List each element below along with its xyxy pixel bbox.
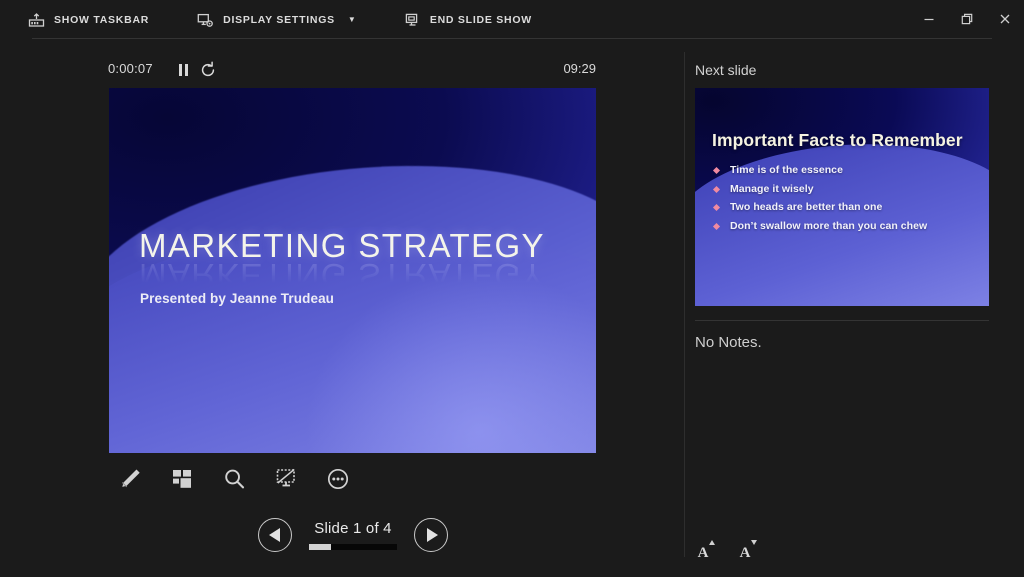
black-screen-icon	[276, 468, 295, 487]
all-slides-button[interactable]	[156, 458, 208, 500]
chevron-left-icon	[268, 528, 280, 542]
reset-timer-button[interactable]	[199, 61, 217, 79]
more-options-icon	[327, 468, 349, 490]
pen-icon	[121, 469, 140, 488]
arrow-down-icon	[751, 540, 757, 545]
wall-clock: 09:29	[563, 61, 596, 76]
presenter-view: SHOW TASKBAR DISPLAY SETTINGS ▼ END SLID…	[0, 0, 1024, 577]
previous-slide-button[interactable]	[258, 518, 292, 552]
decrease-font-size-button[interactable]: A	[732, 537, 758, 561]
decrease-font-label: A	[739, 545, 751, 561]
next-slide-bullets: Time is of the essence Manage it wisely Tw…	[711, 164, 981, 238]
timer-row: 0:00:07 09:29	[108, 61, 596, 83]
slide-navigation: Slide 1 of 4	[258, 514, 448, 556]
taskbar-icon	[28, 12, 45, 29]
notes-text: No Notes.	[695, 334, 762, 351]
current-slide-preview[interactable]: MARKETING STRATEGY MARKETING STRATEGY Pr…	[109, 88, 596, 453]
slide-progress-fill	[309, 544, 331, 550]
slide-progress-bar	[309, 544, 397, 550]
slide-counter-label: Slide 1 of 4	[314, 520, 392, 537]
slide-counter: Slide 1 of 4	[297, 520, 409, 550]
pen-tool-button[interactable]	[104, 458, 156, 500]
more-options-button[interactable]	[312, 458, 364, 500]
next-slide-button[interactable]	[414, 518, 448, 552]
end-slide-show-button[interactable]: END SLIDE SHOW	[404, 9, 544, 31]
toolbar-divider	[32, 38, 992, 39]
zoom-slide-button[interactable]	[208, 458, 260, 500]
pause-timer-button[interactable]	[174, 61, 192, 79]
all-slides-icon	[173, 470, 191, 488]
next-slide-bullet: Don’t swallow more than you can chew	[711, 220, 981, 232]
restart-icon	[201, 61, 215, 77]
chevron-right-icon	[427, 528, 438, 542]
restore-button[interactable]	[948, 2, 986, 36]
notes-divider	[695, 320, 989, 321]
next-slide-bullet: Two heads are better than one	[711, 201, 981, 213]
increase-font-size-button[interactable]: A	[690, 537, 716, 561]
slide-subtitle: Presented by Jeanne Trudeau	[140, 291, 335, 306]
minimize-button[interactable]	[910, 2, 948, 36]
display-settings-button[interactable]: DISPLAY SETTINGS ▼	[197, 9, 368, 31]
chevron-down-icon: ▼	[347, 14, 356, 24]
slide-tools	[104, 458, 364, 500]
close-button[interactable]	[986, 2, 1024, 36]
toolbar-items: SHOW TASKBAR DISPLAY SETTINGS ▼ END SLID…	[28, 9, 580, 31]
slide-glow	[230, 234, 596, 453]
show-taskbar-label: SHOW TASKBAR	[54, 14, 150, 26]
next-slide-bullet: Manage it wisely	[711, 183, 981, 195]
arrow-up-icon	[709, 540, 715, 545]
presenter-toolbar: SHOW TASKBAR DISPLAY SETTINGS ▼ END SLID…	[0, 0, 1024, 40]
end-slide-show-icon	[404, 12, 421, 29]
black-screen-button[interactable]	[260, 458, 312, 500]
end-slide-show-label: END SLIDE SHOW	[429, 14, 532, 26]
zoom-icon	[225, 469, 245, 489]
display-settings-label: DISPLAY SETTINGS	[223, 14, 335, 26]
next-slide-preview[interactable]: Important Facts to Remember Time is of t…	[695, 88, 989, 306]
next-slide-title: Important Facts to Remember	[712, 130, 963, 150]
show-taskbar-button[interactable]: SHOW TASKBAR	[28, 9, 161, 31]
next-slide-header: Next slide	[695, 62, 757, 78]
notes-font-controls: A A	[690, 535, 760, 563]
elapsed-timer: 0:00:07	[108, 61, 153, 76]
pane-divider	[684, 52, 685, 557]
window-controls	[910, 0, 1024, 38]
increase-font-label: A	[697, 545, 709, 561]
next-slide-bullet: Time is of the essence	[711, 164, 981, 176]
display-settings-icon	[197, 12, 214, 29]
slide-title: MARKETING STRATEGY	[139, 227, 545, 264]
